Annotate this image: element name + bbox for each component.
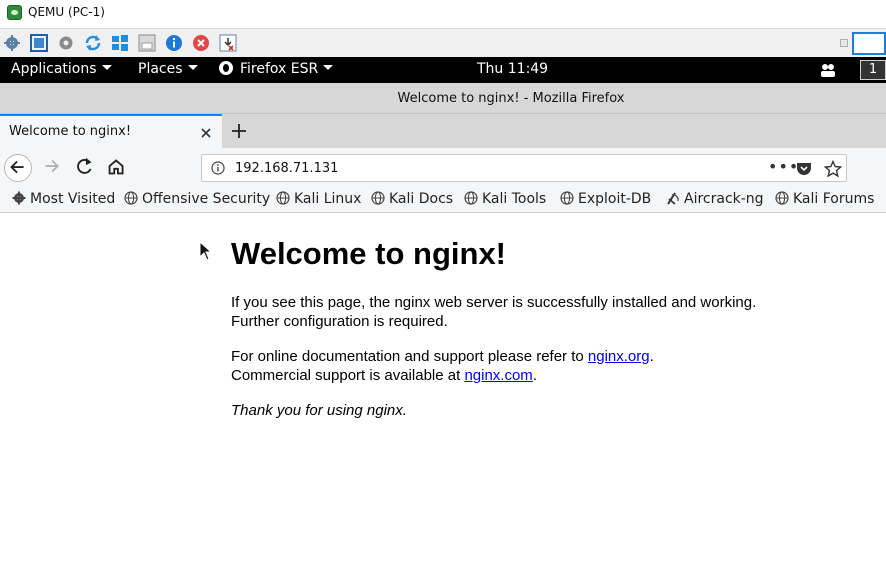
nginx-org-link[interactable]: nginx.org <box>588 348 650 365</box>
page-content: Welcome to nginx! If you see this page, … <box>0 214 886 575</box>
screenshot-icon[interactable] <box>219 34 237 52</box>
globe-icon <box>560 191 574 205</box>
workspace-indicator[interactable]: 1 <box>860 60 886 80</box>
globe-icon <box>124 191 138 205</box>
forward-button[interactable] <box>40 154 68 182</box>
qemu-app-icon <box>7 5 22 20</box>
settings-gear-icon[interactable] <box>3 34 21 52</box>
intro-line-2: Further configuration is required. <box>231 313 448 330</box>
bookmark-label: Kali Tools <box>482 191 547 207</box>
bookmarks-toolbar: Most Visited Offensive Security Kali Lin… <box>0 188 886 213</box>
toolbar-indicator <box>840 39 848 47</box>
globe-icon <box>276 191 290 205</box>
places-label: Places <box>138 61 183 77</box>
home-button[interactable] <box>104 154 132 182</box>
back-button[interactable] <box>4 154 32 182</box>
windows-icon[interactable] <box>111 34 129 52</box>
mouse-cursor-icon <box>199 240 213 261</box>
globe-icon <box>775 191 789 205</box>
thanks-line: Thank you for using nginx. <box>231 401 407 420</box>
pocket-icon[interactable] <box>796 161 812 176</box>
applications-menu[interactable]: Applications <box>11 61 112 77</box>
intro-line-1: If you see this page, the nginx web serv… <box>231 294 757 311</box>
globe-icon <box>464 191 478 205</box>
applications-label: Applications <box>11 61 97 77</box>
bookmark-label: Kali Linux <box>294 191 362 207</box>
places-menu[interactable]: Places <box>138 61 198 77</box>
bookmark-label: Most Visited <box>30 191 116 207</box>
qemu-window-title: QEMU (PC-1) <box>28 5 105 19</box>
bookmark-label: Kali Docs <box>389 191 454 207</box>
bookmark-offensive-security[interactable]: Offensive Security <box>124 191 270 207</box>
url-bar[interactable]: 192.168.71.131 ••• <box>201 154 847 182</box>
reload-button[interactable] <box>72 154 100 182</box>
qemu-title-bar: QEMU (PC-1) <box>0 0 886 27</box>
firefox-app-label: Firefox ESR <box>240 61 319 77</box>
bookmark-label: Offensive Security <box>142 191 271 207</box>
support-line: Commercial support is available at nginx… <box>231 366 537 385</box>
docs-line: For online documentation and support ple… <box>231 347 654 366</box>
firefox-app-menu[interactable]: Firefox ESR <box>219 61 334 77</box>
bookmark-kali-tools[interactable]: Kali Tools <box>464 191 546 207</box>
info-icon[interactable] <box>165 34 183 52</box>
bookmark-label: Aircrack-ng <box>684 191 764 207</box>
page-actions-menu-icon[interactable]: ••• <box>768 157 799 176</box>
bookmark-kali-docs[interactable]: Kali Docs <box>371 191 453 207</box>
thanks-text: Thank you for using nginx. <box>231 402 407 419</box>
bookmark-label: Kali Forums <box>793 191 875 207</box>
bookmark-exploit-db[interactable]: Exploit-DB <box>560 191 651 207</box>
info-icon[interactable] <box>211 161 225 175</box>
bookmark-kali-linux[interactable]: Kali Linux <box>276 191 361 207</box>
chevron-down-icon <box>187 64 198 70</box>
firefox-icon <box>219 61 233 75</box>
bookmark-star-icon[interactable] <box>824 160 842 178</box>
support-text: Commercial support is available at <box>231 367 465 384</box>
tab-nginx[interactable]: Welcome to nginx! <box>0 114 222 148</box>
tab-strip: Welcome to nginx! <box>0 114 886 148</box>
support-suffix: . <box>532 367 537 384</box>
people-icon[interactable] <box>820 63 836 77</box>
antenna-icon <box>667 192 679 205</box>
bookmark-label: Exploit-DB <box>578 191 652 207</box>
firefox-title-bar: Welcome to nginx! - Mozilla Firefox <box>0 83 886 114</box>
refresh-icon[interactable] <box>84 34 102 52</box>
toolbar-input-box[interactable] <box>852 32 886 55</box>
close-icon[interactable] <box>199 125 213 139</box>
qemu-toolbar <box>0 28 886 57</box>
firefox-window-title: Welcome to nginx! - Mozilla Firefox <box>397 91 625 106</box>
nginx-com-link[interactable]: nginx.com <box>464 367 532 384</box>
docs-suffix: . <box>649 348 654 365</box>
gear-icon <box>12 191 26 205</box>
gear-icon[interactable] <box>57 34 75 52</box>
url-text[interactable]: 192.168.71.131 <box>235 161 338 176</box>
navigation-bar: 192.168.71.131 ••• <box>0 148 886 188</box>
globe-icon <box>371 191 385 205</box>
stop-icon[interactable] <box>192 34 210 52</box>
top-panel: Applications Places Firefox ESR Thu 11:4… <box>0 57 886 83</box>
fullscreen-icon[interactable] <box>30 34 48 52</box>
docs-text: For online documentation and support ple… <box>231 348 588 365</box>
bookmark-kali-forums[interactable]: Kali Forums <box>775 191 874 207</box>
chevron-down-icon <box>323 64 334 70</box>
bookmark-most-visited[interactable]: Most Visited <box>12 191 115 207</box>
chevron-down-icon <box>101 64 112 70</box>
floppy-icon[interactable] <box>138 34 156 52</box>
new-tab-button[interactable] <box>230 122 248 140</box>
clock[interactable]: Thu 11:49 <box>477 61 548 77</box>
page-heading: Welcome to nginx! <box>231 236 507 271</box>
bookmark-aircrack-ng[interactable]: Aircrack-ng <box>666 191 764 207</box>
tab-title: Welcome to nginx! <box>9 124 132 139</box>
